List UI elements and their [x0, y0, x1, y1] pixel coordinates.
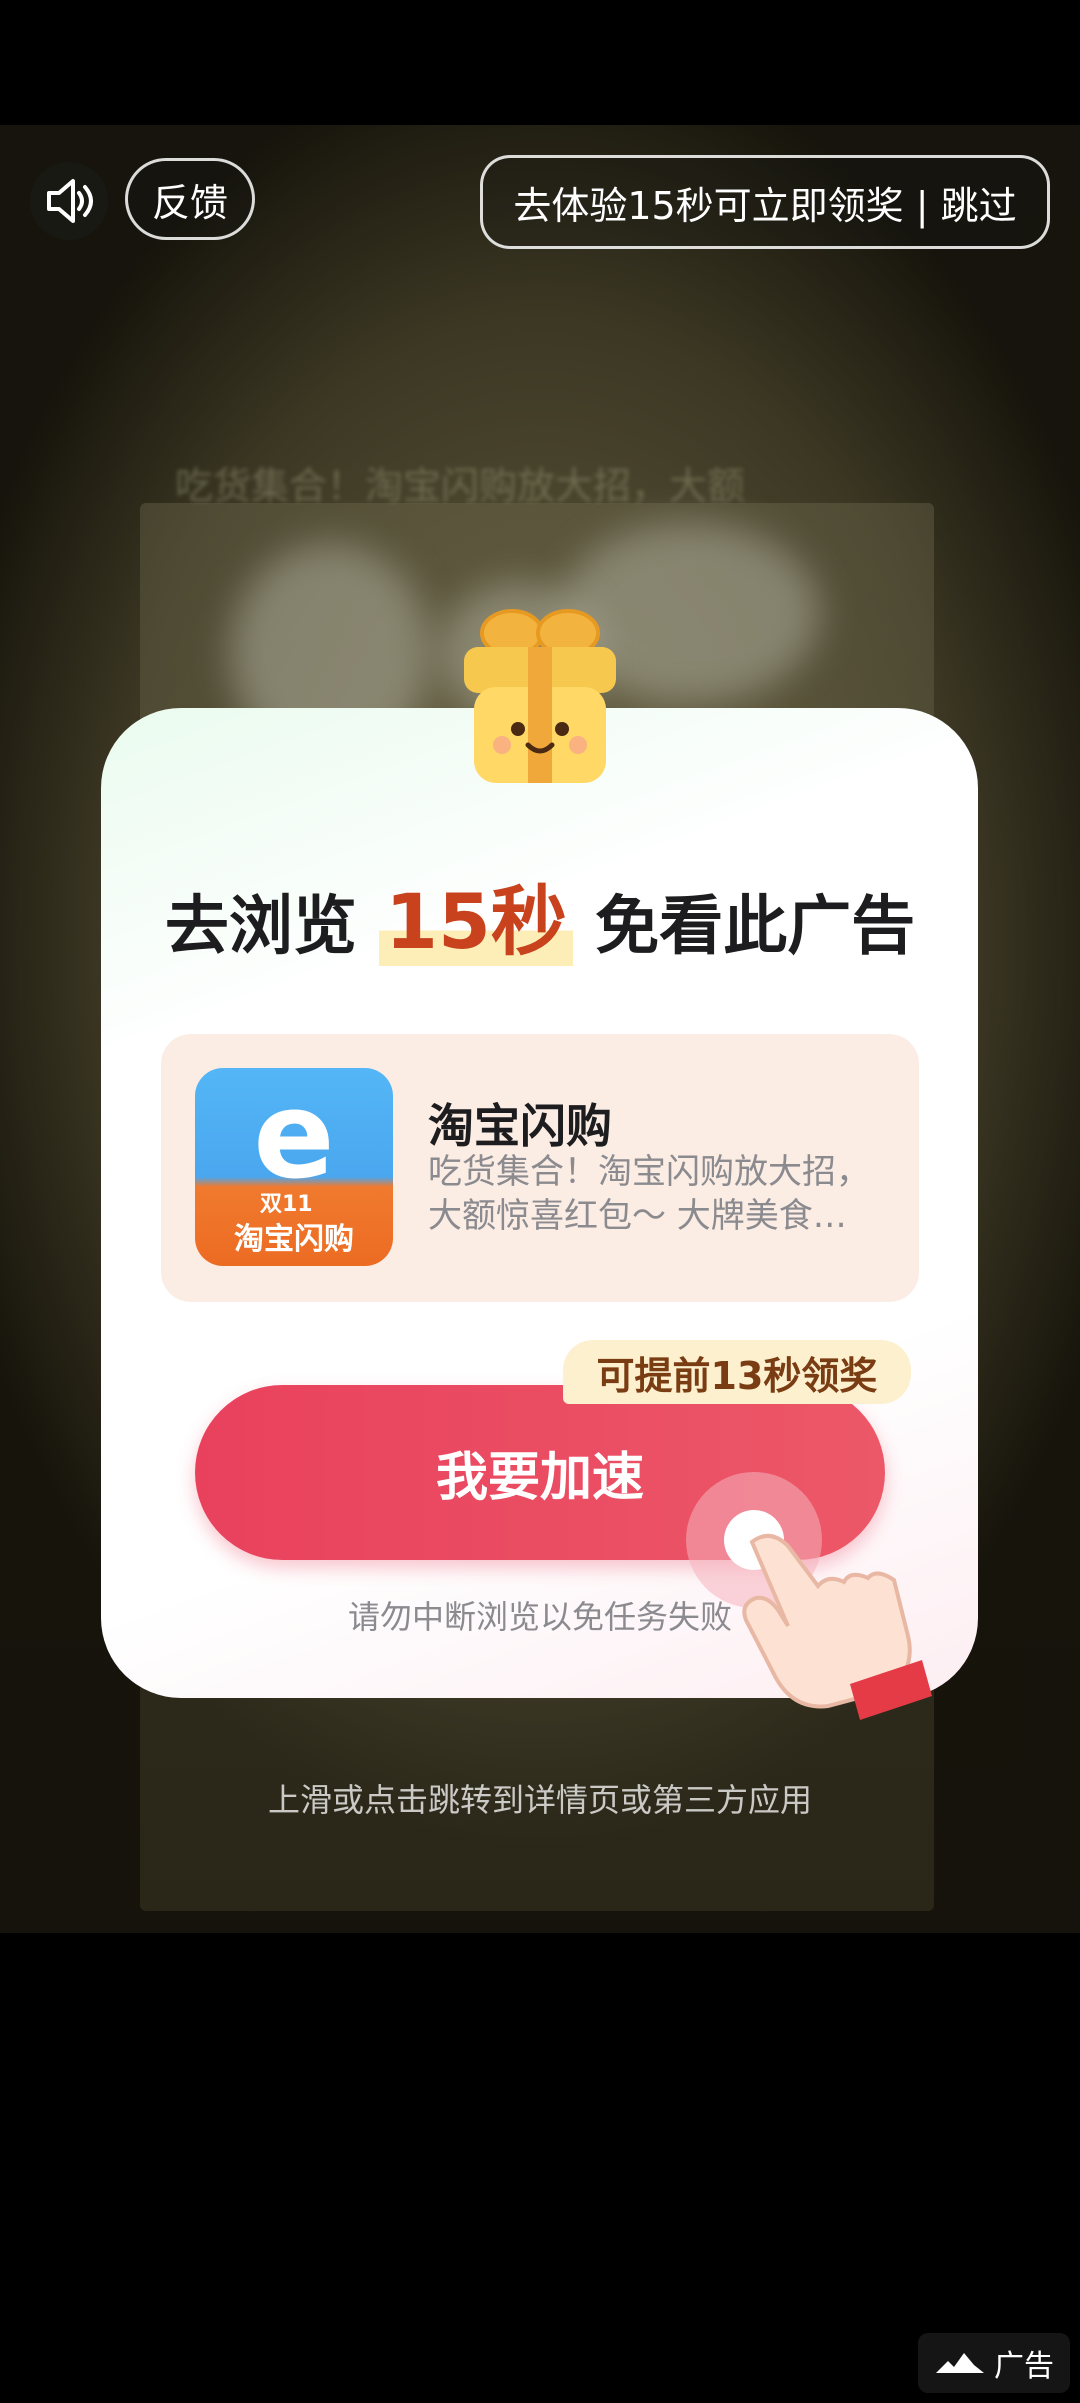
taobao-shangou-app-icon: e 双11 淘宝闪购: [195, 1068, 393, 1266]
app-description: 吃货集合！淘宝闪购放大招，大额惊喜红包～ 大牌美食…: [428, 1152, 870, 1236]
video-caption: 吃货集合！淘宝闪购放大招，大额: [175, 464, 746, 503]
skip-button[interactable]: 去体验15秒可立即领奖 | 跳过: [480, 155, 1050, 249]
ad-badge: 广告: [918, 2333, 1070, 2393]
title-prefix: 去浏览: [164, 890, 357, 964]
ad-screen: 吃货集合！淘宝闪购放大招，大额 反馈 去体验15秒可立即领奖 | 跳过 去浏览 …: [0, 0, 1080, 2403]
app-icon-brand: 淘宝闪购: [234, 1222, 354, 1257]
speaker-volume-icon: [47, 179, 93, 223]
sound-toggle-button[interactable]: [30, 162, 108, 240]
gift-box-icon: [464, 609, 616, 783]
title-suffix: 免看此广告: [595, 890, 916, 964]
ad-label: 广告: [994, 2349, 1054, 2384]
tap-hand-icon: [686, 1472, 932, 1720]
modal-title: 去浏览 15秒 免看此广告: [0, 860, 1080, 970]
app-name: 淘宝闪购: [428, 1099, 612, 1153]
feedback-button[interactable]: 反馈: [125, 158, 255, 240]
title-highlight: 15秒: [379, 877, 573, 966]
early-reward-badge: 可提前13秒领奖: [563, 1340, 911, 1404]
swipe-hint: 上滑或点击跳转到详情页或第三方应用: [267, 1781, 812, 1819]
ad-logo-icon: [936, 2353, 984, 2373]
